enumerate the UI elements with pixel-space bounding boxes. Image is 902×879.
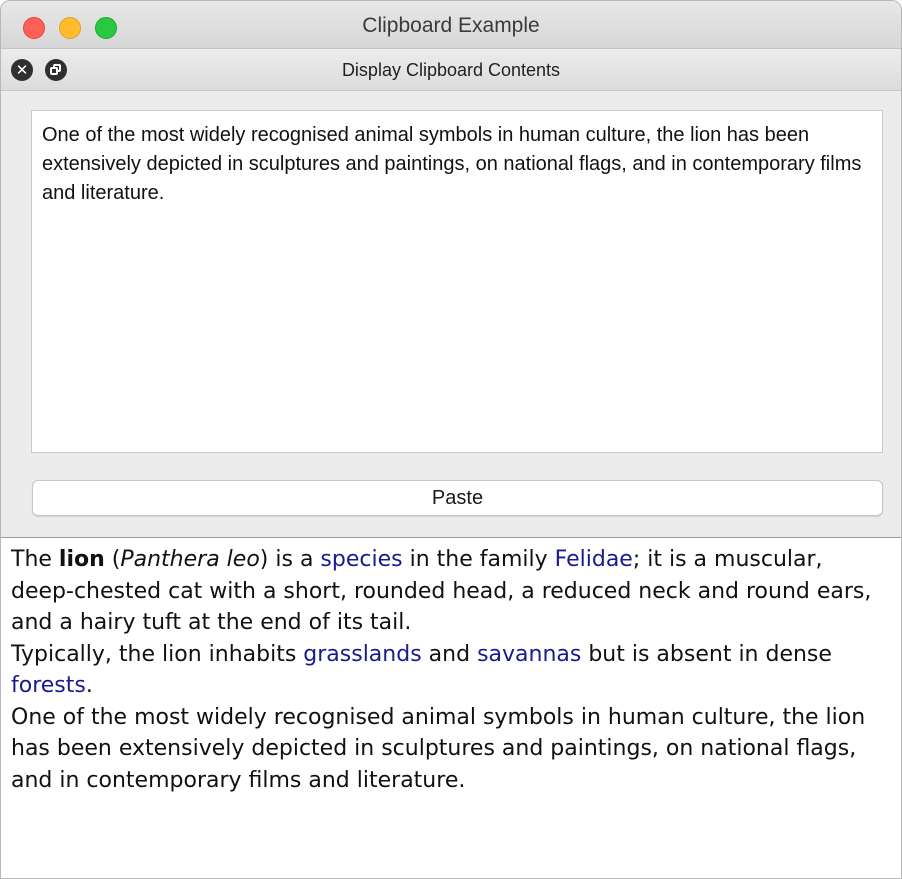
dock-title-bar[interactable]: ✕ Display Clipboard Contents <box>1 49 901 91</box>
clipboard-text-area[interactable]: One of the most widely recognised animal… <box>31 110 883 453</box>
window-title: Clipboard Example <box>362 14 540 37</box>
bold-text: lion <box>58 547 105 572</box>
text-span: in the family <box>402 547 555 572</box>
app-window: Clipboard Example ✕ Display Clipboard Co… <box>0 0 902 879</box>
text-span: but is absent in dense <box>581 641 832 667</box>
text-span: ( <box>104 547 121 572</box>
text-span: ) is a <box>259 547 321 572</box>
italic-text: Panthera leo <box>120 547 260 572</box>
paragraph-2: Typically, the lion inhabits grasslands … <box>11 639 891 702</box>
dock-title: Display Clipboard Contents <box>341 60 561 80</box>
dock-panel: One of the most widely recognised animal… <box>1 91 901 537</box>
link-savannas[interactable]: savannas <box>477 642 581 667</box>
text-span: and <box>421 641 478 667</box>
text-span: . <box>85 673 93 698</box>
link-felidae[interactable]: Felidae <box>555 547 633 572</box>
paragraph-3: One of the most widely recognised animal… <box>11 704 866 793</box>
link-forests[interactable]: forests <box>11 673 86 698</box>
link-species[interactable]: species <box>320 547 402 572</box>
text-span: Typically, the lion inhabits <box>11 641 304 667</box>
text-browser[interactable]: The lion (Panthera leo) is a species in … <box>1 537 901 878</box>
paragraph-1: The lion (Panthera leo) is a species in … <box>11 544 891 639</box>
link-grasslands[interactable]: grasslands <box>303 642 421 667</box>
paste-button[interactable]: Paste <box>32 480 883 516</box>
text-span: The <box>11 547 59 572</box>
title-bar[interactable]: Clipboard Example <box>1 1 901 49</box>
